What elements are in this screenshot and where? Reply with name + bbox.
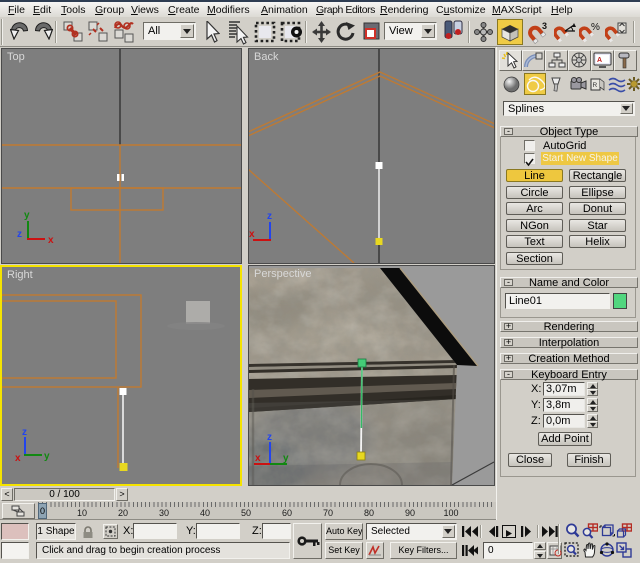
svg-text:3: 3 [542,21,547,31]
svg-text:z: z [267,432,272,443]
svg-text:y: y [283,453,289,464]
svg-text:y: y [24,210,30,221]
svg-text:A: A [597,57,602,64]
svg-text:x: x [48,235,54,246]
svg-text:z: z [267,211,272,222]
svg-text:R: R [593,82,598,89]
svg-text:x: x [15,453,21,464]
svg-text:%: % [591,22,600,33]
svg-text:z: z [22,427,27,438]
svg-text:z: z [17,229,22,240]
svg-text:x: x [249,229,255,240]
svg-text:x: x [255,453,261,464]
svg-text:y: y [44,451,50,462]
